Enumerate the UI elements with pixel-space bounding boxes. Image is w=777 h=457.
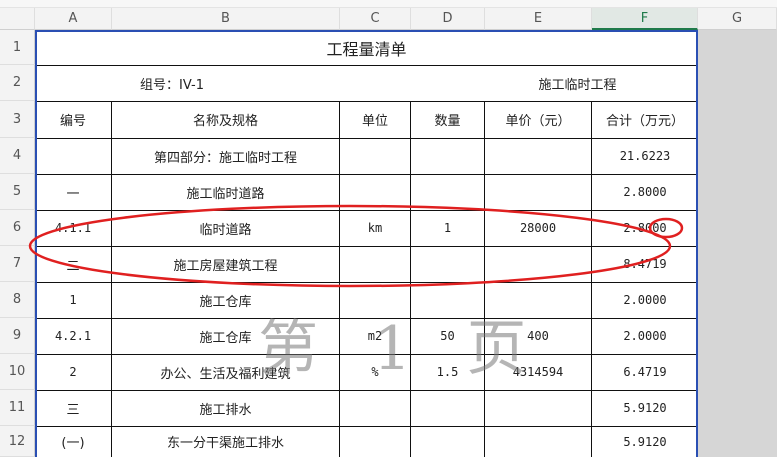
column-header-b[interactable]: B [112,8,340,30]
cell-qty[interactable]: 50 [411,318,484,354]
cell-qty[interactable] [411,426,484,457]
cell-price[interactable] [485,138,591,174]
row-header-9[interactable]: 9 [0,318,35,354]
row-header-2[interactable]: 2 [0,65,35,101]
row-header-3[interactable]: 3 [0,101,35,138]
row-header-7[interactable]: 7 [0,246,35,282]
cell-name[interactable]: 东一分干渠施工排水 [112,426,339,457]
project-label[interactable]: 施工临时工程 [485,65,670,101]
row-header-1[interactable]: 1 [0,30,35,65]
cell-qty[interactable]: 1.5 [411,354,484,390]
cell-total[interactable]: 21.6223 [592,138,698,174]
cell-total[interactable]: 5.9120 [592,426,698,457]
cell-unit[interactable]: % [340,354,410,390]
cell-price[interactable]: 4314594 [485,354,591,390]
cell-code[interactable]: 4.2.1 [35,318,111,354]
cell-name[interactable]: 施工房屋建筑工程 [112,246,339,282]
cell-total[interactable]: 2.0000 [592,318,698,354]
cell-price[interactable] [485,174,591,210]
header-unit[interactable]: 单位 [340,101,410,138]
row-header-10[interactable]: 10 [0,354,35,390]
cell-name[interactable]: 施工临时道路 [112,174,339,210]
cell-unit[interactable] [340,246,410,282]
cell-name[interactable]: 办公、生活及福利建筑 [112,354,339,390]
cell-qty[interactable] [411,282,484,318]
cell-qty[interactable]: 1 [411,210,484,246]
cell-total[interactable]: 6.4719 [592,354,698,390]
cell-unit[interactable] [340,174,410,210]
column-header-a[interactable]: A [35,8,112,30]
cell-total[interactable]: 2.8000 [592,210,698,246]
cell-name[interactable]: 临时道路 [112,210,339,246]
cell-total[interactable]: 8.4719 [592,246,698,282]
cell-price[interactable] [485,426,591,457]
cell-price[interactable] [485,246,591,282]
cell-name[interactable]: 施工仓库 [112,318,339,354]
spreadsheet: A B C D E F G 1 2 3 4 5 6 7 8 9 10 11 12… [0,0,777,457]
header-name[interactable]: 名称及规格 [112,101,339,138]
cell-code[interactable]: 一 [35,174,111,210]
cell-total[interactable]: 5.9120 [592,390,698,426]
row-header-5[interactable]: 5 [0,174,35,210]
cell-code[interactable]: (一) [35,426,111,457]
row-header-6[interactable]: 6 [0,210,35,246]
cell-name[interactable]: 施工仓库 [112,282,339,318]
cell-qty[interactable] [411,138,484,174]
row-header-12[interactable]: 12 [0,426,35,457]
cell-unit[interactable] [340,390,410,426]
cell-qty[interactable] [411,174,484,210]
cell-unit[interactable] [340,282,410,318]
cell-price[interactable] [485,282,591,318]
sheet-title[interactable]: 工程量清单 [35,30,698,65]
column-header-c[interactable]: C [340,8,411,30]
cell-price[interactable]: 28000 [485,210,591,246]
cell-price[interactable]: 400 [485,318,591,354]
header-price[interactable]: 单价（元） [485,101,591,138]
toolbar-edge [0,0,777,8]
cell-qty[interactable] [411,390,484,426]
select-all-corner[interactable] [0,8,35,30]
row-header-4[interactable]: 4 [0,138,35,174]
row-header-8[interactable]: 8 [0,282,35,318]
header-qty[interactable]: 数量 [411,101,484,138]
cell-name[interactable]: 第四部分：施工临时工程 [112,138,339,174]
cell-qty[interactable] [411,246,484,282]
cell-total[interactable]: 2.8000 [592,174,698,210]
cell-code[interactable] [35,138,111,174]
cell-code[interactable]: 2 [35,354,111,390]
header-code[interactable]: 编号 [35,101,111,138]
cell-code[interactable]: 1 [35,282,111,318]
cell-code[interactable]: 二 [35,246,111,282]
column-header-f[interactable]: F [592,8,698,30]
column-header-d[interactable]: D [411,8,485,30]
cell-unit[interactable] [340,138,410,174]
cell-unit[interactable]: m2 [340,318,410,354]
cell-total[interactable]: 2.0000 [592,282,698,318]
column-header-g[interactable]: G [698,8,777,30]
header-total[interactable]: 合计（万元） [592,101,698,138]
cell-code[interactable]: 4.1.1 [35,210,111,246]
column-header-e[interactable]: E [485,8,592,30]
outside-print-area [698,30,777,457]
group-label[interactable]: 组号：IV-1 [112,65,232,101]
cell-price[interactable] [485,390,591,426]
row-header-11[interactable]: 11 [0,390,35,426]
cell-unit[interactable]: km [340,210,410,246]
cell-code[interactable]: 三 [35,390,111,426]
cell-name[interactable]: 施工排水 [112,390,339,426]
cell-unit[interactable] [340,426,410,457]
